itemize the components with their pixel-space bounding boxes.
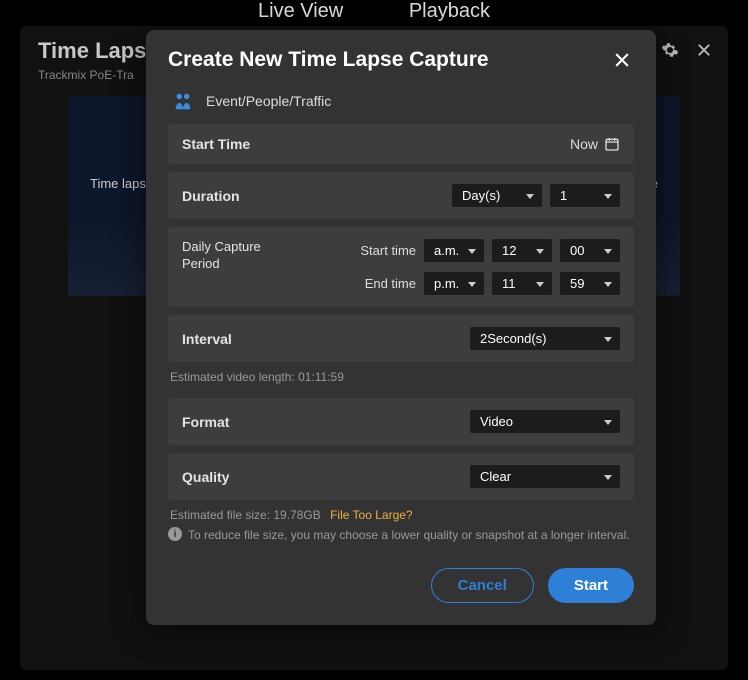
nav-playback[interactable]: Playback [409, 0, 490, 23]
format-select[interactable]: Video [470, 410, 620, 433]
estimated-length-text: Estimated video length: 01:11:59 [170, 370, 632, 384]
estimated-size-text: Estimated file size: 19.78GB [170, 508, 321, 522]
start-button[interactable]: Start [548, 568, 634, 603]
format-label: Format [182, 414, 229, 430]
interval-select[interactable]: 2Second(s) [470, 327, 620, 350]
duration-unit-select[interactable]: Day(s) [452, 184, 542, 207]
quality-row: Quality Clear [168, 453, 634, 500]
period-end-ampm-select[interactable]: p.m. [424, 272, 484, 295]
quality-label: Quality [182, 469, 229, 485]
capture-mode-label: Event/People/Traffic [206, 93, 331, 109]
period-end-hour-select[interactable]: 11 [492, 272, 552, 295]
info-note: i To reduce file size, you may choose a … [168, 526, 634, 544]
top-nav: Live View Playback [0, 0, 748, 26]
info-text: To reduce file size, you may choose a lo… [188, 526, 630, 544]
nav-live-view[interactable]: Live View [258, 0, 343, 23]
format-row: Format Video [168, 398, 634, 445]
start-time-picker[interactable]: Now [570, 136, 620, 152]
duration-row: Duration Day(s) 1 [168, 172, 634, 219]
start-time-value: Now [570, 136, 598, 152]
page-subtitle: Trackmix PoE-Tra [38, 68, 134, 82]
period-end-label: End time [346, 276, 416, 291]
start-time-label: Start Time [182, 136, 250, 152]
quality-select[interactable]: Clear [470, 465, 620, 488]
close-page-icon[interactable] [694, 40, 714, 60]
duration-label: Duration [182, 188, 240, 204]
cancel-button[interactable]: Cancel [431, 568, 534, 603]
duration-count-select[interactable]: 1 [550, 184, 620, 207]
info-icon: i [168, 527, 182, 541]
close-dialog-button[interactable] [610, 48, 634, 72]
period-start-hour-select[interactable]: 12 [492, 239, 552, 262]
calendar-icon [604, 136, 620, 152]
start-time-row: Start Time Now [168, 124, 634, 164]
daily-capture-period-label: Daily Capture Period [182, 239, 282, 273]
period-start-label: Start time [346, 243, 416, 258]
dialog-title: Create New Time Lapse Capture [168, 48, 489, 72]
period-start-minute-select[interactable]: 00 [560, 239, 620, 262]
period-start-ampm-select[interactable]: a.m. [424, 239, 484, 262]
gear-icon[interactable] [660, 40, 680, 60]
period-end-line: End time p.m. 11 59 [346, 272, 620, 295]
file-too-large-link[interactable]: File Too Large? [330, 508, 413, 522]
people-icon [172, 92, 194, 110]
period-end-minute-select[interactable]: 59 [560, 272, 620, 295]
create-timelapse-dialog: Create New Time Lapse Capture Event/Peop… [146, 30, 656, 625]
period-start-line: Start time a.m. 12 00 [346, 239, 620, 262]
daily-capture-period-row: Daily Capture Period Start time a.m. 12 … [168, 227, 634, 307]
interval-row: Interval 2Second(s) [168, 315, 634, 362]
page-title: Time Laps [38, 38, 146, 64]
interval-label: Interval [182, 331, 232, 347]
capture-mode-row[interactable]: Event/People/Traffic [168, 86, 634, 124]
